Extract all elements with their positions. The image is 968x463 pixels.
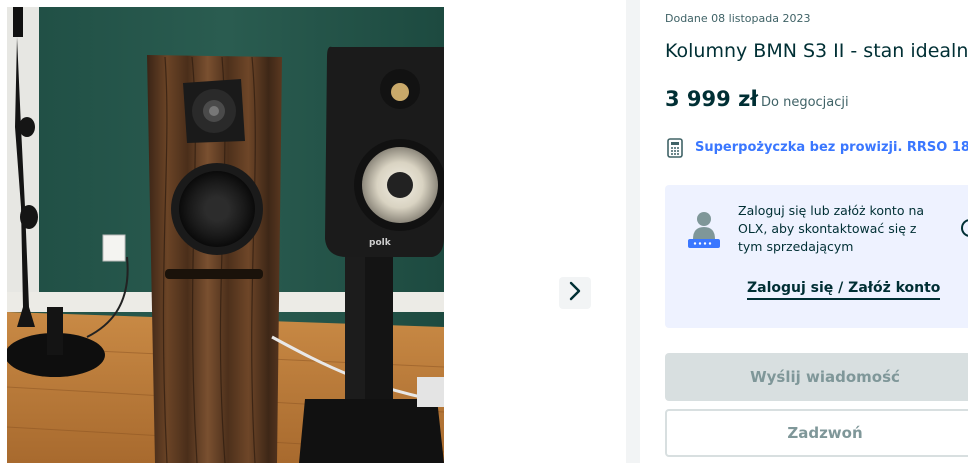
user-password-icon: [685, 209, 723, 255]
listing-panel: Dodane 08 listopada 2023 Kolumny BMN S3 …: [640, 0, 968, 463]
negotiable-label: Do negocjacji: [761, 95, 849, 110]
svg-text:polk: polk: [369, 238, 392, 248]
calculator-icon: [667, 138, 683, 162]
listing-price: 3 999 zł: [665, 87, 759, 111]
send-message-button[interactable]: Wyślij wiadomość: [665, 353, 968, 401]
chevron-right-icon: [568, 280, 582, 306]
listing-date: Dodane 08 listopada 2023: [665, 12, 811, 25]
call-button[interactable]: Zadzwoń: [665, 409, 968, 457]
loan-offer-link[interactable]: Superpożyczka bez prowizji. RRSO 18,14%: [695, 140, 968, 155]
listing-title: Kolumny BMN S3 II - stan idealny.: [665, 40, 968, 62]
photo-gallery: polk: [0, 0, 626, 463]
next-photo-button[interactable]: [559, 277, 591, 309]
login-register-link[interactable]: Zaloguj się / Załóż konto: [747, 280, 941, 300]
loading-spinner-icon: [961, 219, 968, 237]
login-prompt-box: Zaloguj się lub załóż konto na OLX, aby …: [665, 185, 968, 328]
listing-photo[interactable]: polk: [7, 7, 444, 463]
divider: [626, 0, 640, 463]
login-prompt-text: Zaloguj się lub załóż konto na OLX, aby …: [738, 203, 925, 254]
